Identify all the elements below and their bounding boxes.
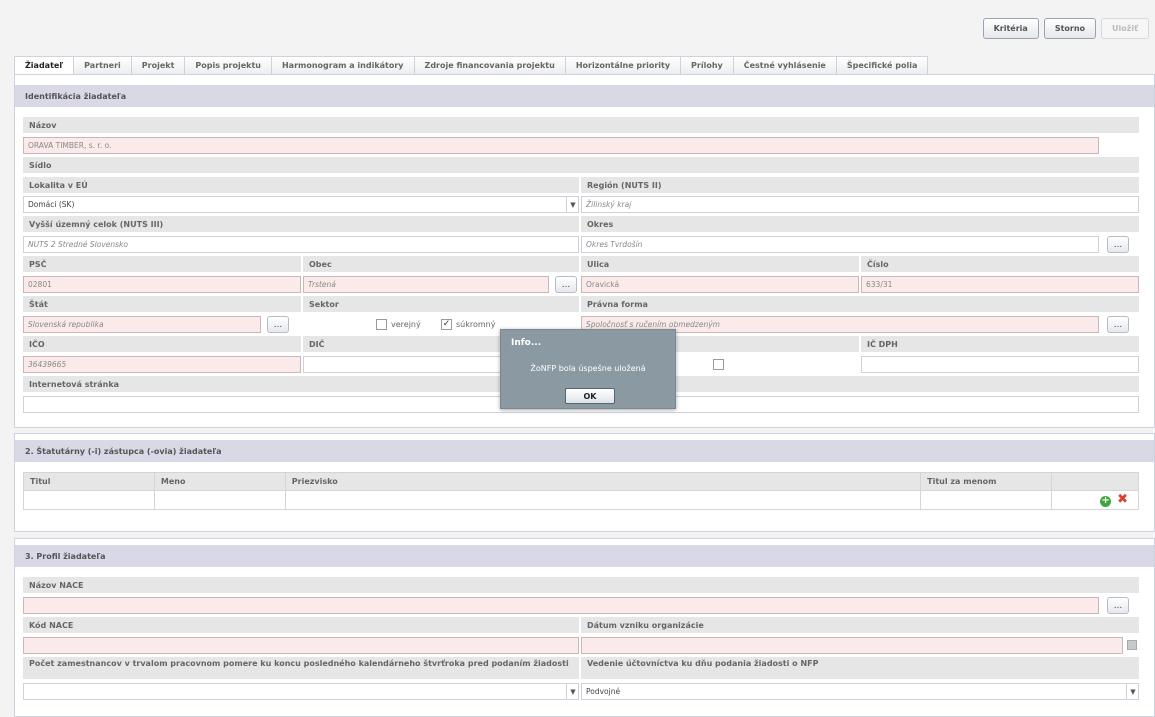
accounting-label: Vedenie účtovníctva ku dňu podania žiado…	[581, 657, 1139, 679]
ico-label: IČO	[23, 336, 301, 352]
nace-lookup-button[interactable]: ...	[1107, 597, 1129, 614]
seat-label: Sídlo	[23, 157, 1139, 173]
chevron-down-icon[interactable]: ▼	[566, 196, 579, 213]
table-cell	[284, 490, 922, 510]
name-field[interactable]: ORAVA TIMBER, s. r. o.	[23, 137, 1099, 154]
top-toolbar: Kritéria Storno Uložiť	[982, 18, 1149, 39]
nace-name-label: Názov NACE	[23, 577, 1139, 593]
dialog-message: ŽoNFP bola úspešne uložená	[530, 364, 646, 373]
icdph-field[interactable]	[861, 356, 1139, 373]
employees-label: Počet zamestnancov v trvalom pracovnom p…	[23, 657, 579, 679]
column-header-title: Titul	[23, 472, 155, 491]
tab-schedule-indicators[interactable]: Harmonogram a indikátory	[270, 56, 415, 74]
criteria-button[interactable]: Kritéria	[982, 18, 1039, 39]
district-label: Okres	[581, 216, 1139, 232]
column-header-surname: Priezvisko	[284, 472, 922, 491]
tab-bar: Žiadateľ Partneri Projekt Popis projektu…	[14, 56, 929, 74]
region-field[interactable]: Žilinský kraj	[581, 196, 1139, 213]
locality-value: Domáci (SK)	[28, 200, 75, 209]
legal-form-label: Právna forma	[581, 296, 1139, 312]
application-form-page: Kritéria Storno Uložiť Žiadateľ Partneri…	[0, 0, 1155, 717]
tab-funding-sources[interactable]: Zdroje financovania projektu	[413, 56, 566, 74]
vat-payer-checkbox[interactable]	[713, 359, 724, 370]
street-field[interactable]: Oravická	[581, 276, 859, 293]
tab-project[interactable]: Projekt	[130, 56, 186, 74]
icdph-label: IČ DPH	[861, 336, 1139, 352]
tab-horizontal-priorities[interactable]: Horizontálne priority	[564, 56, 682, 74]
tab-specific-fields[interactable]: Špecifické polia	[835, 56, 929, 74]
row-actions: + ✖	[1051, 490, 1139, 510]
table-row: + ✖	[23, 490, 1139, 510]
tab-declaration[interactable]: Čestné vyhlásenie	[732, 56, 837, 74]
cancel-button[interactable]: Storno	[1043, 18, 1097, 39]
chevron-down-icon[interactable]: ▼	[566, 683, 579, 700]
column-header-actions	[1051, 472, 1139, 491]
applicant-profile-panel: 3. Profil žiadateľa Názov NACE ... Kód N…	[14, 538, 1155, 717]
nace-name-field[interactable]	[23, 597, 1099, 614]
sector-public-checkbox[interactable]	[376, 319, 387, 330]
nace-code-field[interactable]	[23, 637, 579, 654]
state-lookup-button[interactable]: ...	[267, 316, 289, 333]
employees-select[interactable]	[23, 683, 579, 700]
vuc-label: Vyšší územný celok (NUTS III)	[23, 216, 579, 232]
vuc-field[interactable]: NUTS 2 Stredné Slovensko	[23, 236, 579, 253]
obec-label: Obec	[303, 256, 579, 272]
table-cell	[920, 490, 1053, 510]
ok-button[interactable]: OK	[565, 388, 615, 404]
dialog-title: Info...	[511, 338, 542, 348]
founded-label: Dátum vzniku organizácie	[581, 617, 1139, 633]
calendar-icon[interactable]	[1127, 640, 1137, 650]
sector-label: Sektor	[303, 296, 579, 312]
number-field[interactable]: 633/31	[861, 276, 1139, 293]
section-title: 2. Štatutárny (-i) zástupca (-ovia) žiad…	[15, 440, 1154, 462]
region-label: Región (NUTS II)	[581, 177, 1139, 193]
table-cell	[23, 490, 155, 510]
psc-label: PSČ	[23, 256, 301, 272]
column-header-name: Meno	[153, 472, 286, 491]
locality-label: Lokalita v EÚ	[23, 177, 579, 193]
tab-attachments[interactable]: Prílohy	[680, 56, 734, 74]
delete-icon[interactable]: ✖	[1117, 493, 1128, 506]
statutory-representatives-panel: 2. Štatutárny (-i) zástupca (-ovia) žiad…	[14, 433, 1155, 532]
info-dialog: Info... ŽoNFP bola úspešne uložená OK	[500, 329, 676, 409]
name-label: Názov	[23, 117, 1139, 133]
sector-public-label: verejný	[391, 320, 421, 329]
column-header-title-after: Titul za menom	[920, 472, 1053, 491]
accounting-select[interactable]: Podvojné	[581, 683, 1139, 700]
section-title: 3. Profil žiadateľa	[15, 545, 1154, 567]
ico-field[interactable]: 36439665	[23, 356, 301, 373]
chevron-down-icon[interactable]: ▼	[1126, 683, 1139, 700]
representatives-table: Titul Meno Priezvisko Titul za menom + ✖	[23, 472, 1139, 510]
district-lookup-button[interactable]: ...	[1107, 236, 1129, 253]
nace-code-label: Kód NACE	[23, 617, 579, 633]
number-label: Číslo	[861, 256, 1139, 272]
sector-private-checkbox[interactable]: ✓	[441, 319, 452, 330]
street-label: Ulica	[581, 256, 859, 272]
tab-project-description[interactable]: Popis projektu	[184, 56, 272, 74]
obec-field[interactable]: Trstená	[303, 276, 549, 293]
state-label: Štát	[23, 296, 301, 312]
add-icon[interactable]: +	[1100, 495, 1112, 507]
tab-applicant[interactable]: Žiadateľ	[14, 56, 75, 74]
table-cell	[153, 490, 286, 510]
accounting-value: Podvojné	[586, 687, 621, 696]
psc-field[interactable]: 02801	[23, 276, 301, 293]
obec-lookup-button[interactable]: ...	[555, 276, 577, 293]
sector-private-label: súkromný	[456, 320, 496, 329]
tab-partners[interactable]: Partneri	[73, 56, 132, 74]
save-button[interactable]: Uložiť	[1101, 18, 1149, 39]
district-field[interactable]: Okres Tvrdošín	[581, 236, 1099, 253]
locality-select[interactable]: Domáci (SK)	[23, 196, 579, 213]
founded-date-field[interactable]	[581, 637, 1123, 654]
legal-form-lookup-button[interactable]: ...	[1107, 316, 1129, 333]
section-title: Identifikácia žiadateľa	[15, 85, 1154, 107]
state-field[interactable]: Slovenská republika	[23, 316, 261, 333]
